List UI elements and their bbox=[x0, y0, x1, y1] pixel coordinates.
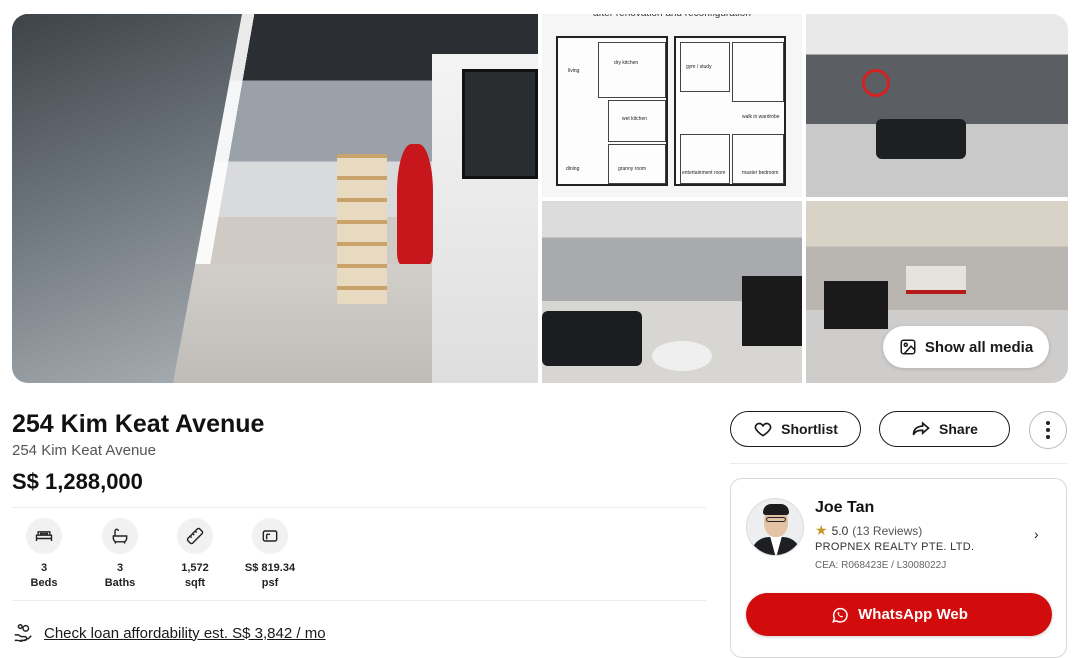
bath-icon bbox=[112, 528, 128, 544]
tv-cabinet bbox=[742, 276, 802, 346]
share-icon bbox=[912, 421, 930, 436]
spec-value: 3 bbox=[40, 562, 48, 574]
main-photo-living-room[interactable] bbox=[12, 14, 538, 383]
window bbox=[462, 69, 538, 179]
spec-value: 3 bbox=[116, 562, 124, 574]
heart-icon bbox=[754, 422, 772, 437]
show-all-media-label: Show all media bbox=[924, 338, 1034, 356]
dining-photo[interactable] bbox=[806, 14, 1068, 197]
bed-icon bbox=[35, 531, 53, 541]
more-vertical-icon bbox=[1046, 421, 1050, 439]
shortlist-button[interactable]: Shortlist bbox=[730, 411, 861, 447]
room-label: gym / study bbox=[686, 64, 712, 70]
star-icon: ★ bbox=[815, 522, 828, 538]
share-button[interactable]: Share bbox=[879, 411, 1010, 447]
living-photo-1[interactable] bbox=[542, 201, 802, 383]
whatsapp-web-button[interactable]: WhatsApp Web bbox=[746, 593, 1052, 636]
dining-table bbox=[876, 119, 966, 159]
agent-rating: ★ 5.0 (13 Reviews) bbox=[815, 522, 922, 539]
share-label: Share bbox=[939, 421, 978, 437]
agent-name[interactable]: Joe Tan bbox=[815, 499, 874, 517]
spec-area: 1,572 sqft bbox=[160, 518, 230, 589]
red-decoration bbox=[397, 144, 433, 264]
loan-affordability: Check loan affordability est. S$ 3,842 /… bbox=[12, 622, 326, 644]
floorplan-level-2: gym / study walk in wardrobe entertainme… bbox=[674, 36, 786, 186]
spec-psf: S$ 819.34 psf bbox=[235, 518, 305, 589]
floorplan-caption: after renovation and reconfiguration bbox=[552, 14, 792, 24]
listing-title: 254 Kim Keat Avenue bbox=[12, 410, 265, 438]
room-label: granny room bbox=[618, 166, 647, 172]
floorplan-photo[interactable]: after renovation and reconfiguration liv… bbox=[542, 14, 802, 197]
spec-label: sqft bbox=[184, 577, 206, 589]
room-label: dry kitchen bbox=[614, 60, 639, 66]
room-label: wet kitchen bbox=[622, 116, 648, 122]
agency-name: PROPNEX REALTY PTE. LTD. bbox=[815, 541, 975, 553]
rating-value: 5.0 bbox=[831, 523, 849, 538]
spec-beds: 3 Beds bbox=[9, 518, 79, 589]
spec-value: S$ 819.34 bbox=[244, 562, 296, 574]
spec-label: psf bbox=[261, 577, 279, 589]
agent-card[interactable]: Joe Tan ★ 5.0 (13 Reviews) PROPNEX REALT… bbox=[730, 478, 1067, 658]
window bbox=[906, 266, 966, 294]
chevron-right-icon[interactable]: › bbox=[1034, 526, 1039, 542]
floorplan-level-1: living dry kitchen wet kitchen dining gr… bbox=[556, 36, 668, 186]
shelf bbox=[337, 154, 387, 304]
sofa bbox=[542, 311, 642, 366]
listing-price: S$ 1,288,000 bbox=[12, 469, 143, 494]
hand-coins-icon bbox=[14, 624, 32, 643]
whatsapp-label: WhatsApp Web bbox=[858, 606, 968, 623]
cea-number: CEA: R068423E / L3008022J bbox=[815, 560, 947, 571]
more-options-button[interactable] bbox=[1029, 411, 1067, 449]
divider bbox=[12, 507, 706, 508]
room-label: entertainment room bbox=[682, 170, 726, 176]
review-count: (13 Reviews) bbox=[852, 523, 923, 538]
show-all-media-button[interactable]: Show all media bbox=[883, 326, 1049, 368]
television bbox=[824, 281, 888, 329]
listing-address: 254 Kim Keat Avenue bbox=[12, 442, 156, 459]
room-label: walk in wardrobe bbox=[742, 114, 780, 120]
spec-label: Baths bbox=[104, 577, 136, 589]
room-label: dining bbox=[566, 166, 580, 172]
spec-baths: 3 Baths bbox=[85, 518, 155, 589]
divider bbox=[730, 463, 1067, 464]
spec-value: 1,572 bbox=[181, 562, 209, 574]
spec-label: Beds bbox=[30, 577, 58, 589]
shortlist-label: Shortlist bbox=[781, 421, 838, 437]
divider bbox=[12, 600, 706, 601]
loan-affordability-link[interactable]: Check loan affordability est. S$ 3,842 /… bbox=[44, 625, 326, 642]
room-label: master bedroom bbox=[742, 170, 779, 176]
room-label: living bbox=[568, 68, 580, 74]
agent-avatar bbox=[746, 498, 804, 556]
red-emblem bbox=[862, 69, 890, 97]
price-tag-icon bbox=[262, 530, 278, 542]
whatsapp-icon bbox=[832, 607, 848, 623]
ruler-icon bbox=[186, 527, 204, 545]
coffee-table bbox=[652, 341, 712, 371]
gallery-icon bbox=[900, 339, 916, 355]
